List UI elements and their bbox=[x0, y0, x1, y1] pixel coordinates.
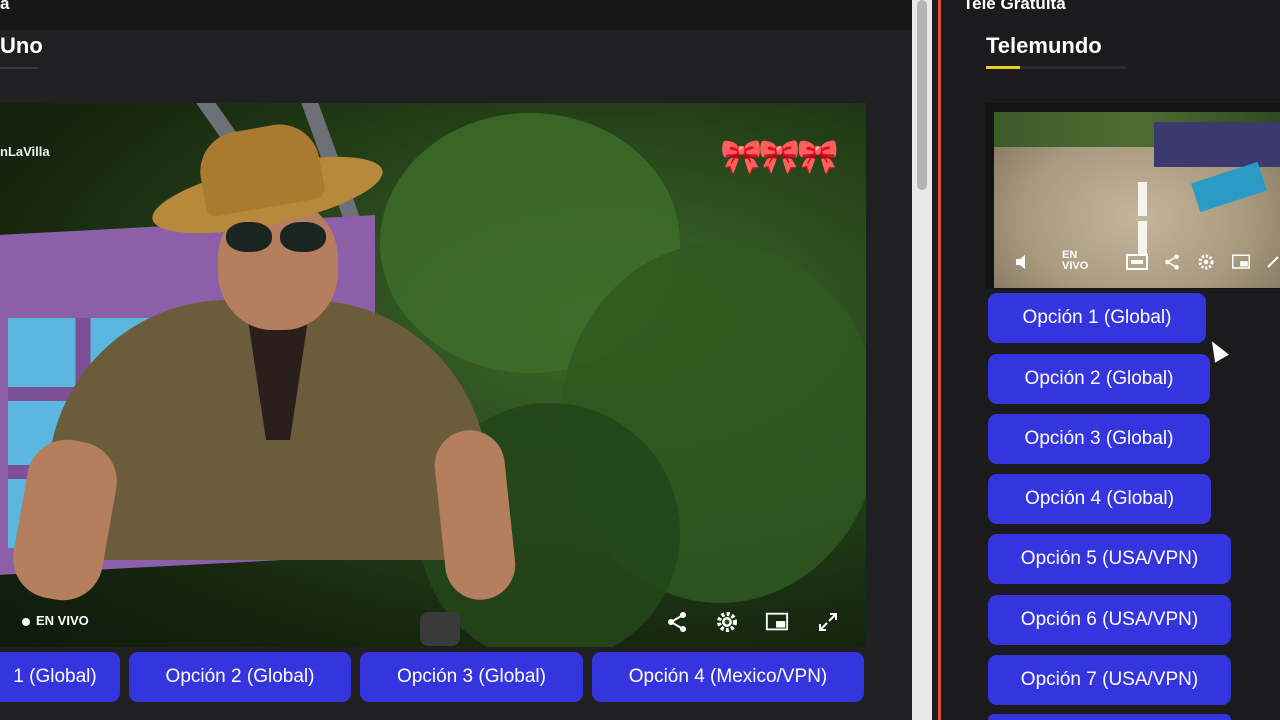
option-button-right-6[interactable]: Opción 6 (USA/VPN) bbox=[988, 595, 1231, 645]
scrollbar-thumb[interactable] bbox=[917, 0, 927, 190]
option-button-left-3[interactable]: Opción 3 (Global) bbox=[360, 652, 583, 702]
option-button-right-8-partial[interactable] bbox=[988, 714, 1231, 720]
share-icon[interactable] bbox=[665, 610, 689, 634]
option-button-right-7[interactable]: Opción 7 (USA/VPN) bbox=[988, 655, 1231, 705]
channel-title-right: Telemundo bbox=[986, 33, 1102, 58]
live-label: EN VIVO bbox=[36, 613, 89, 628]
option-button-left-1[interactable]: 1 (Global) bbox=[0, 652, 120, 702]
picture-in-picture-icon[interactable] bbox=[1229, 253, 1253, 271]
person-sunglasses bbox=[226, 222, 341, 252]
picture-in-picture-icon[interactable] bbox=[765, 610, 789, 634]
live-indicator: EN VIVO bbox=[22, 613, 89, 628]
option-button-left-4[interactable]: Opción 4 (Mexico/VPN) bbox=[592, 652, 864, 702]
option-button-right-2[interactable]: Opción 2 (Global) bbox=[988, 354, 1210, 404]
title-underline-left bbox=[0, 67, 38, 69]
left-top-band bbox=[0, 0, 912, 30]
pause-icon[interactable] bbox=[1138, 182, 1164, 255]
volume-icon[interactable] bbox=[1014, 253, 1034, 271]
fullscreen-icon[interactable] bbox=[1264, 253, 1280, 271]
right-top-title: Tele Gratuita bbox=[963, 0, 1066, 13]
side-live-label: EN VIVO bbox=[1062, 249, 1089, 272]
share-icon[interactable] bbox=[1162, 253, 1182, 271]
title-underline-accent bbox=[986, 66, 1020, 69]
gear-icon[interactable] bbox=[715, 610, 739, 634]
person-watch bbox=[420, 612, 460, 646]
main-video-player[interactable]: 🎀🎀🎀 nLaVilla EN VIVO bbox=[0, 103, 866, 647]
video-watermark: nLaVilla bbox=[0, 144, 50, 159]
left-top-title: a bbox=[0, 0, 10, 13]
fullscreen-icon[interactable] bbox=[816, 610, 840, 634]
cc-icon[interactable] bbox=[1126, 253, 1148, 271]
side-wall bbox=[1154, 122, 1280, 167]
option-button-right-1[interactable]: Opción 1 (Global) bbox=[988, 293, 1206, 343]
channel-title-left: Uno bbox=[0, 33, 43, 58]
option-button-right-4[interactable]: Opción 4 (Global) bbox=[988, 474, 1211, 524]
side-pool bbox=[1191, 161, 1267, 213]
option-button-right-3[interactable]: Opción 3 (Global) bbox=[988, 414, 1210, 464]
gift-bows-logo: 🎀🎀🎀 bbox=[720, 138, 839, 176]
option-button-left-2[interactable]: Opción 2 (Global) bbox=[129, 652, 351, 702]
live-dot-icon bbox=[22, 617, 30, 626]
option-button-right-5[interactable]: Opción 5 (USA/VPN) bbox=[988, 534, 1231, 584]
gear-icon[interactable] bbox=[1196, 253, 1216, 271]
